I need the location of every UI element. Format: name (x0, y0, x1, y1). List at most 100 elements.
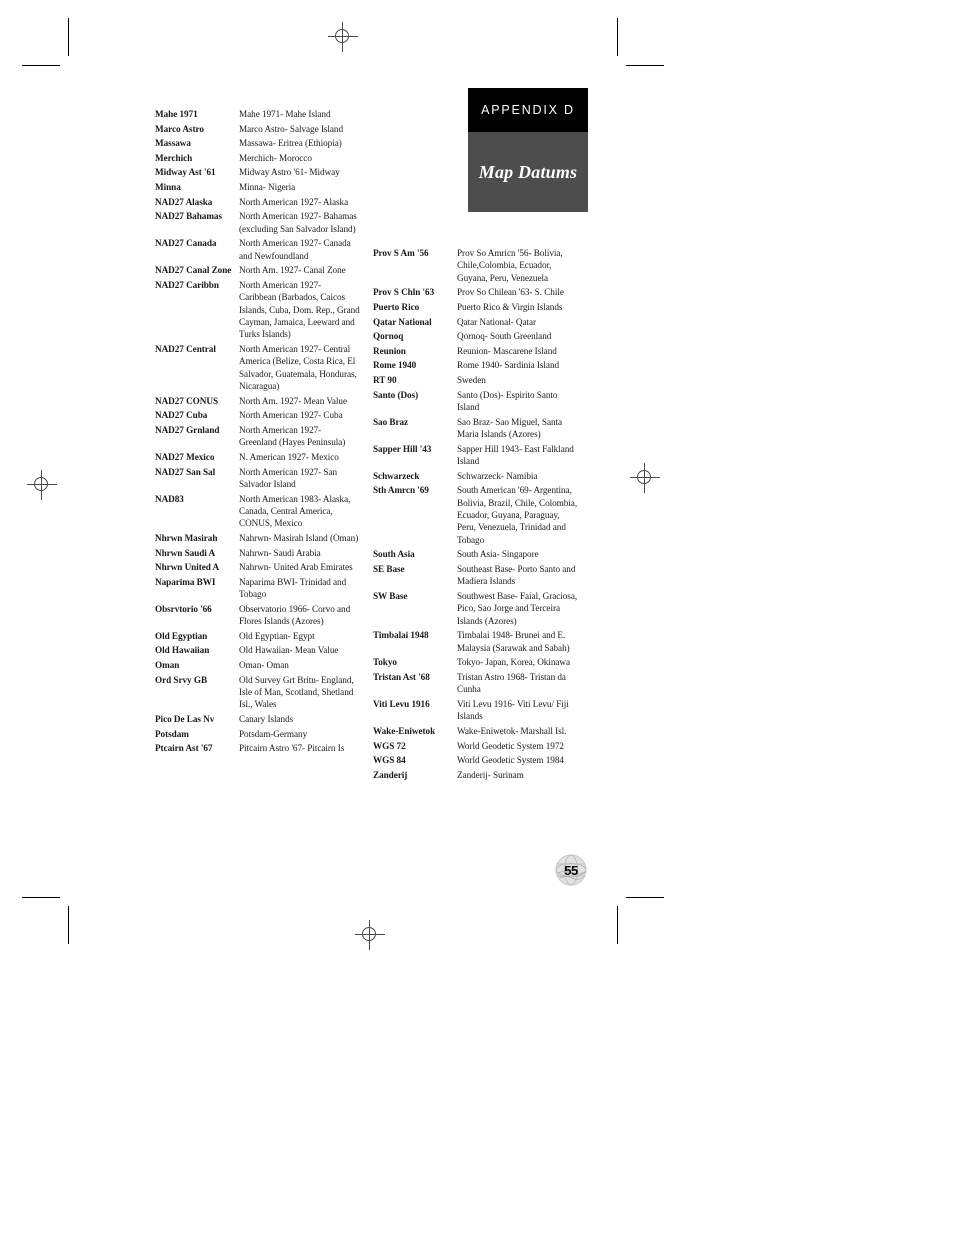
datum-row: Ord Srvy GB Old Survey Grt Britn- England… (155, 674, 360, 711)
datum-description: North American 1927- Canada and Newfound… (239, 238, 351, 261)
registration-ring (362, 927, 376, 941)
datum-row: NAD27 Central North American 1927- Centra… (155, 343, 360, 393)
datum-term: NAD27 Cuba (155, 410, 208, 421)
datum-row: Wake-Eniwetok Wake-Eniwetok- Marshall Isl… (373, 725, 578, 737)
datum-list-left: Mahe 1971 Mahe 1971- Mahe Island Marco Ast… (155, 108, 360, 757)
datum-description: World Geodetic System 1972 (457, 740, 564, 751)
datum-term: NAD27 Central (155, 343, 216, 354)
datum-term: NAD27 Canal Zone (155, 265, 232, 276)
datum-row: Merchich Merchich- Morocco (155, 152, 360, 164)
datum-description: Santo (Dos)- Espirito Santo Island (457, 389, 558, 412)
datum-description: Southwest Base- Faial, Graciosa, Pico, S… (457, 590, 578, 626)
datum-description: Prov So Amricn '56- Bolivia, Chile,Colom… (457, 248, 563, 283)
datum-description: North American 1927- Cuba (239, 410, 343, 421)
datum-description: North American 1983- Alaska, Canada, Cen… (239, 493, 351, 529)
datum-term: Marco Astro (155, 123, 204, 134)
datum-description: Sapper Hill 1943- East Falkland Island (457, 443, 574, 466)
page-number-badge: 55 (554, 853, 588, 887)
datum-description: Old Egyptian- Egypt (239, 630, 315, 641)
crop-mark-bottom-left-vertical (68, 906, 69, 944)
datum-row: NAD27 San Sal North American 1927- San Sa… (155, 466, 360, 491)
datum-description: Puerto Rico & Virgin Islands (457, 302, 563, 312)
datum-row: Qornoq Qornoq- South Greenland (373, 330, 578, 342)
datum-description: Southeast Base- Porto Santo and Madiera … (457, 563, 576, 587)
appendix-header: APPENDIX D Map Datums (468, 88, 588, 212)
datum-description: Rome 1940- Sardinia Island (457, 360, 560, 371)
datum-term: Timbalai 1948 (373, 630, 429, 641)
datum-term: Midway Ast '61 (155, 167, 216, 178)
datum-row: NAD83 North American 1983- Alaska, Canada… (155, 493, 360, 530)
datum-description: Minna- Nigeria (239, 181, 296, 192)
datum-row: Zanderij Zanderij- Surinam (373, 769, 578, 781)
datum-row: WGS 84 World Geodetic System 1984 (373, 754, 578, 766)
datum-term: WGS 72 (373, 740, 406, 751)
datum-description: Nahrwn- Saudi Arabia (239, 547, 321, 558)
datum-row: SE Base Southeast Base- Porto Santo and M… (373, 563, 578, 588)
datum-row: WGS 72 World Geodetic System 1972 (373, 740, 578, 752)
appendix-title-box: Map Datums (468, 132, 588, 212)
datum-row: Midway Ast '61 Midway Astro '61- Midway (155, 166, 360, 178)
datum-row: Prov S Am '56 Prov So Amricn '56- Bolivia… (373, 247, 578, 284)
datum-description: N. American 1927- Mexico (239, 451, 339, 462)
datum-term: Mahe 1971 (155, 109, 198, 119)
datum-row: Old Egyptian Old Egyptian- Egypt (155, 630, 360, 642)
crop-mark-top-left-horizontal (22, 65, 60, 66)
crop-mark-bottom-right-horizontal (626, 897, 664, 898)
datum-description: North American 1927- Caribbean (Barbados… (239, 279, 360, 340)
datum-term: NAD27 CONUS (155, 395, 218, 406)
datum-description: World Geodetic System 1984 (457, 755, 564, 766)
datum-description: Schwarzeck- Namibia (457, 470, 538, 481)
datum-description: Qatar National- Qatar (457, 316, 537, 327)
datum-row: Massawa Massawa- Eritrea (Ethiopia) (155, 137, 360, 149)
datum-row: Rome 1940 Rome 1940- Sardinia Island (373, 359, 578, 371)
datum-row: RT 90 Sweden (373, 374, 578, 386)
datum-row: NAD27 Mexico N. American 1927- Mexico (155, 451, 360, 463)
datum-term: NAD27 Mexico (155, 451, 215, 462)
datum-term: Schwarzeck (373, 470, 420, 481)
datum-description: Viti Levu 1916- Viti Levu/ Fiji Islands (457, 698, 569, 722)
datum-term: Zanderij (373, 769, 408, 780)
datum-term: Prov S Chln '63 (373, 287, 435, 298)
datum-description: Massawa- Eritrea (Ethiopia) (239, 138, 342, 149)
datum-term: Ord Srvy GB (155, 674, 208, 685)
crop-mark-bottom-right-vertical (617, 906, 618, 944)
datum-description: Nahrwn- United Arab Emirates (239, 562, 353, 573)
datum-row: Old Hawaiian Old Hawaiian- Mean Value (155, 644, 360, 656)
datum-row: NAD27 Cuba North American 1927- Cuba (155, 409, 360, 421)
datum-description: Canary Islands (239, 713, 294, 724)
datum-row: Tristan Ast '68 Tristan Astro 1968- Trist… (373, 671, 578, 696)
datum-description: Observatorio 1966- Corvo and Flores Isla… (239, 603, 351, 627)
datum-row: Nhrwn Masirah Nahrwn- Masirah Island (Oma… (155, 532, 360, 544)
datum-row: Naparima BWI Naparima BWI- Trinidad and T… (155, 576, 360, 601)
datum-term: SE Base (373, 563, 405, 574)
datum-term: Reunion (373, 345, 406, 356)
datum-row: South Asia South Asia- Singapore (373, 548, 578, 560)
datum-row: Qatar National Qatar National- Qatar (373, 316, 578, 328)
datum-row: NAD27 Alaska North American 1927- Alaska (155, 196, 360, 208)
crop-mark-top-right-horizontal (626, 65, 664, 66)
datum-description: South American '69- Argentina, Bolivia, … (457, 485, 578, 545)
datum-list-right: Prov S Am '56 Prov So Amricn '56- Bolivia… (373, 247, 578, 783)
datum-term: SW Base (373, 590, 408, 601)
datum-description: Timbalai 1948- Brunei and E. Malaysia (S… (457, 630, 570, 653)
datum-row: Marco Astro Marco Astro- Salvage Island (155, 123, 360, 135)
datum-row: Viti Levu 1916 Viti Levu 1916- Viti Levu/… (373, 698, 578, 723)
datum-term: Santo (Dos) (373, 389, 419, 400)
datum-term: Tristan Ast '68 (373, 671, 430, 682)
registration-ring (34, 477, 48, 491)
datum-term: RT 90 (373, 374, 397, 385)
datum-description: North American 1927- Alaska (239, 196, 349, 207)
page-number: 55 (564, 862, 578, 878)
datum-row: NAD27 Canal Zone North Am. 1927- Canal Zo… (155, 264, 360, 276)
datum-term: NAD27 Bahamas (155, 211, 222, 222)
datum-description: Mahe 1971- Mahe Island (239, 109, 331, 119)
datum-row: Nhrwn United A Nahrwn- United Arab Emirat… (155, 561, 360, 573)
crop-mark-bottom-left-horizontal (22, 897, 60, 898)
datum-description: Naparima BWI- Trinidad and Tobago (239, 576, 347, 600)
datum-term: NAD27 Caribbn (155, 279, 219, 290)
appendix-label: APPENDIX D (481, 103, 575, 117)
datum-row: Prov S Chln '63 Prov So Chilean '63- S. C… (373, 286, 578, 298)
datum-description: North American 1927- Greenland (Hayes Pe… (239, 424, 346, 448)
datum-row: Sth Amrcn '69 South American '69- Argenti… (373, 484, 578, 546)
datum-term: Nhrwn United A (155, 562, 220, 573)
